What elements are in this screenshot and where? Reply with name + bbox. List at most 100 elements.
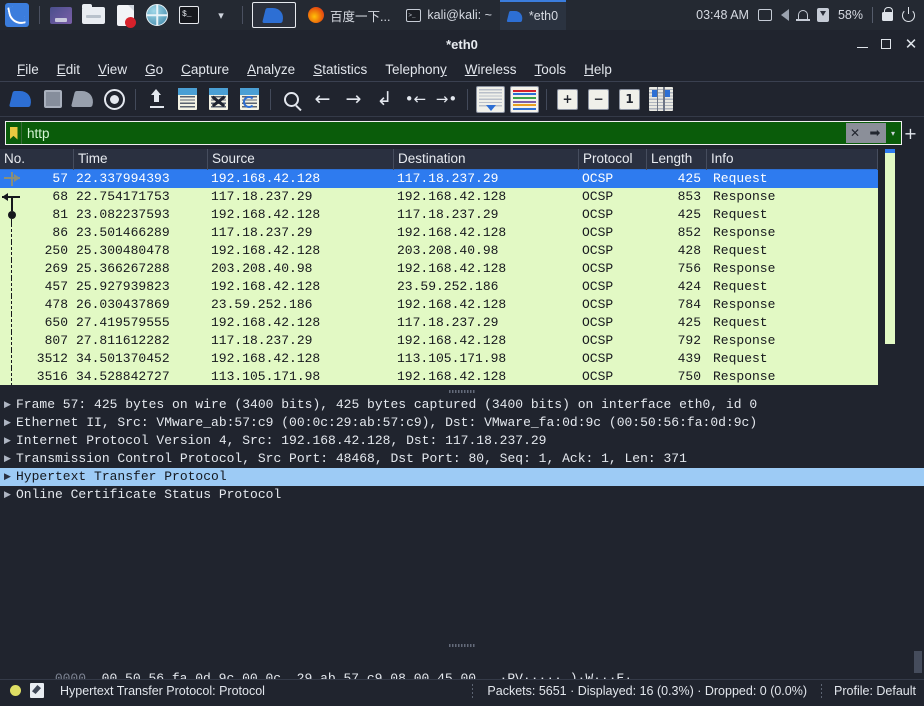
capture-comment-icon[interactable]	[30, 683, 44, 698]
open-file-button[interactable]	[141, 84, 172, 115]
packet-row[interactable]: 478 26.030437869 23.59.252.186 192.168.42.1…	[0, 296, 878, 314]
menu-edit[interactable]: Edit	[48, 60, 89, 79]
display-filter-input[interactable]: http ✕ ➡ ▾	[5, 121, 902, 145]
packet-row[interactable]: 457 25.927939823 192.168.42.128 23.59.252.1…	[0, 278, 878, 296]
packet-details-pane[interactable]: ▶ Frame 57: 425 bytes on wire (3400 bits)…	[0, 395, 924, 630]
browser-button[interactable]	[141, 0, 173, 30]
packet-bytes-pane[interactable]: 0000 00 50 56 fa 0d 9c 00 0c 29 ab 57 c9…	[0, 641, 924, 686]
menu-telephony[interactable]: Telephony	[376, 60, 456, 79]
menu-help[interactable]: Help	[575, 60, 621, 79]
launcher-dropdown-button[interactable]: ▾	[205, 0, 237, 30]
power-icon[interactable]	[902, 6, 915, 22]
packet-row[interactable]: 650 27.419579555 192.168.42.128 117.18.237.…	[0, 314, 878, 332]
column-header-time[interactable]: Time	[74, 148, 208, 170]
menu-view[interactable]: View	[89, 60, 136, 79]
menu-analyze[interactable]: Analyze	[238, 60, 304, 79]
terminal-button[interactable]: $_	[173, 0, 205, 30]
scrollbar-thumb[interactable]	[885, 149, 895, 344]
reload-file-button[interactable]	[234, 84, 265, 115]
save-file-button[interactable]	[172, 84, 203, 115]
lock-icon[interactable]	[882, 7, 893, 21]
packet-row[interactable]: 81 23.082237593 192.168.42.128 117.18.237.2…	[0, 206, 878, 224]
clear-filter-button[interactable]: ✕	[846, 123, 864, 143]
packet-list-scrollbar[interactable]	[878, 149, 924, 364]
detail-row[interactable]: ▶ Online Certificate Status Protocol	[0, 486, 924, 504]
resize-columns-button[interactable]	[645, 84, 676, 115]
apply-filter-button[interactable]: ➡	[864, 123, 886, 143]
column-header-length[interactable]: Length	[647, 148, 707, 170]
packet-row[interactable]: 807 27.811612282 117.18.237.29 192.168.42.1…	[0, 332, 878, 350]
column-header-no[interactable]: No.	[0, 148, 74, 170]
zoom-in-button[interactable]: +	[552, 84, 583, 115]
menu-tools[interactable]: Tools	[526, 60, 576, 79]
packet-row[interactable]: 3516 34.528842727 113.105.171.98 192.168.42…	[0, 368, 878, 385]
menu-wireless[interactable]: Wireless	[456, 60, 526, 79]
chevron-right-icon[interactable]: ▶	[4, 396, 16, 414]
chevron-right-icon[interactable]: ▶	[4, 468, 16, 486]
colorize-button[interactable]	[507, 84, 541, 115]
clock[interactable]: 03:48 AM	[696, 8, 749, 22]
menu-file[interactable]: File	[8, 60, 48, 79]
window-button-terminal[interactable]: >_ kali@kali: ~	[398, 0, 499, 30]
detail-row[interactable]: ▶ Transmission Control Protocol, Src Port…	[0, 450, 924, 468]
go-forward-button[interactable]: →	[338, 84, 369, 115]
column-header-destination[interactable]: Destination	[394, 148, 579, 170]
splitter-details-bytes[interactable]	[0, 641, 924, 649]
bookmark-icon[interactable]	[6, 122, 22, 144]
screen-icon[interactable]	[757, 9, 772, 21]
column-header-protocol[interactable]: Protocol	[579, 148, 647, 170]
menu-capture[interactable]: Capture	[172, 60, 238, 79]
go-first-packet-button[interactable]: •←	[400, 84, 431, 115]
kali-menu-button[interactable]	[0, 0, 34, 30]
file-manager-button[interactable]	[77, 0, 109, 30]
window-button-browser[interactable]: 百度一下...	[300, 0, 398, 30]
column-header-info[interactable]: Info	[707, 148, 878, 170]
wireshark-taskbar-button[interactable]	[248, 0, 300, 30]
find-packet-button[interactable]	[276, 84, 307, 115]
close-file-button[interactable]	[203, 84, 234, 115]
start-capture-button[interactable]	[6, 84, 37, 115]
detail-row[interactable]: ▶ Internet Protocol Version 4, Src: 192.1…	[0, 432, 924, 450]
chevron-right-icon[interactable]: ▶	[4, 486, 16, 504]
close-button[interactable]: ✕	[904, 37, 918, 52]
detail-row[interactable]: ▶ Frame 57: 425 bytes on wire (3400 bits)…	[0, 396, 924, 414]
go-to-packet-button[interactable]: ↲	[369, 84, 400, 115]
battery-icon[interactable]	[816, 8, 829, 22]
packet-row[interactable]: 86 23.501466289 117.18.237.29 192.168.42.12…	[0, 224, 878, 242]
filter-history-dropdown[interactable]: ▾	[886, 123, 900, 143]
packet-list-body[interactable]: 57 22.337994393 192.168.42.128 117.18.237.2…	[0, 170, 924, 385]
zoom-reset-button[interactable]: 1	[614, 84, 645, 115]
capture-options-button[interactable]	[99, 84, 130, 115]
auto-scroll-button[interactable]	[473, 84, 507, 115]
packet-row[interactable]: 250 25.300480478 192.168.42.128 203.208.40.…	[0, 242, 878, 260]
detail-row[interactable]: ▶ Ethernet II, Src: VMware_ab:57:c9 (00:0…	[0, 414, 924, 432]
packet-row[interactable]: 269 25.366267288 203.208.40.98 192.168.42.1…	[0, 260, 878, 278]
text-editor-button[interactable]	[109, 0, 141, 30]
menu-statistics[interactable]: Statistics	[304, 60, 376, 79]
stop-capture-button[interactable]	[37, 84, 68, 115]
expert-info-icon[interactable]	[10, 685, 21, 696]
packet-row[interactable]: 68 22.754171753 117.18.237.29 192.168.42.12…	[0, 188, 878, 206]
files-app-button[interactable]	[45, 0, 77, 30]
go-back-button[interactable]: ←	[307, 84, 338, 115]
add-filter-button[interactable]: +	[902, 124, 919, 143]
volume-icon[interactable]	[780, 9, 789, 21]
packet-row[interactable]: 3512 34.501370452 192.168.42.128 113.105.17…	[0, 350, 878, 368]
chevron-right-icon[interactable]: ▶	[4, 414, 16, 432]
maximize-button[interactable]	[881, 39, 891, 49]
minimize-button[interactable]	[857, 40, 868, 48]
window-button-wireshark[interactable]: *eth0	[499, 0, 567, 30]
splitter-list-details[interactable]	[0, 387, 924, 395]
zoom-out-button[interactable]: −	[583, 84, 614, 115]
packet-row[interactable]: 57 22.337994393 192.168.42.128 117.18.237.2…	[0, 170, 878, 188]
hex-scrollbar[interactable]	[914, 651, 922, 673]
column-header-source[interactable]: Source	[208, 148, 394, 170]
menu-go[interactable]: Go	[136, 60, 172, 79]
chevron-right-icon[interactable]: ▶	[4, 432, 16, 450]
restart-capture-button[interactable]	[68, 84, 99, 115]
bell-icon[interactable]	[795, 10, 810, 21]
detail-row[interactable]: ▶ Hypertext Transfer Protocol	[0, 468, 924, 486]
chevron-right-icon[interactable]: ▶	[4, 450, 16, 468]
go-last-packet-button[interactable]: →•	[431, 84, 462, 115]
profile-label[interactable]: Profile: Default	[834, 684, 916, 698]
